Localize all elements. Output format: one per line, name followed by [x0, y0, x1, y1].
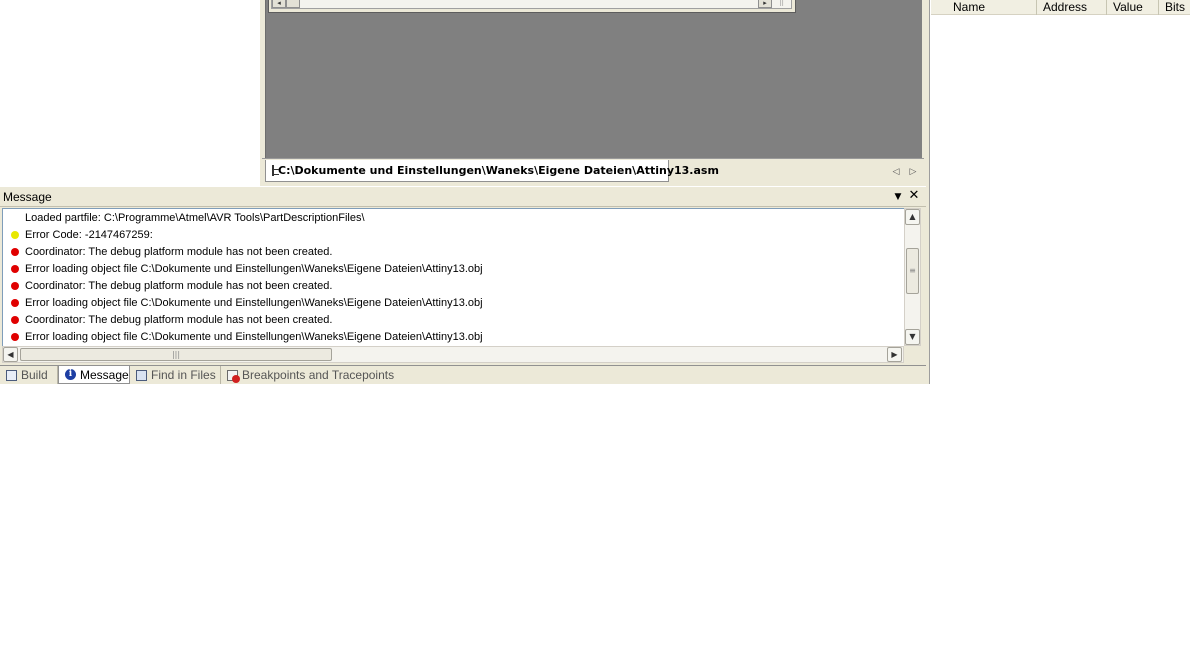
message-text: Error loading object file C:\Dokumente u… — [25, 297, 483, 309]
editor-tab-attiny13[interactable]: C:\Dokumente und Einstellungen\Waneks\Ei… — [265, 160, 719, 182]
message-row[interactable]: Loaded partfile: C:\Programme\Atmel\AVR … — [3, 210, 903, 227]
document-horizontal-scrollbar[interactable]: ◂ ▸ — [271, 0, 792, 9]
message-text: Error loading object file C:\Dokumente u… — [25, 331, 483, 343]
info-icon — [11, 214, 19, 222]
tab-scroll-right-button[interactable]: ▷ — [907, 165, 919, 179]
build-icon — [6, 369, 17, 381]
warning-icon — [11, 231, 19, 239]
scroll-left-button[interactable]: ◀ — [3, 347, 18, 362]
error-icon — [11, 265, 19, 273]
tab-breakpoints-label: Breakpoints and Tracepoints — [242, 368, 395, 382]
left-blank-area — [0, 0, 260, 186]
message-row[interactable]: Coordinator: The debug platform module h… — [3, 244, 903, 261]
error-icon — [11, 299, 19, 307]
message-text: Coordinator: The debug platform module h… — [25, 280, 333, 292]
message-panel-titlebar — [0, 187, 926, 207]
message-row[interactable]: Coordinator: The debug platform module h… — [3, 312, 903, 329]
info-icon: i — [65, 369, 76, 380]
column-header-value[interactable]: Value — [1107, 0, 1159, 15]
tab-breakpoints-and-tracepoints[interactable]: Breakpoints and Tracepoints — [221, 366, 397, 384]
message-row[interactable]: Error Code: -2147467259: — [3, 227, 903, 244]
column-header-name[interactable]: Name — [947, 0, 1037, 15]
tab-find-in-files[interactable]: Find in Files — [130, 366, 221, 384]
message-vertical-scrollbar[interactable]: ▲ ≡ ▼ — [904, 208, 921, 346]
panel-splitter[interactable] — [926, 0, 930, 384]
column-header-bits[interactable]: Bits — [1159, 0, 1190, 15]
message-text: Coordinator: The debug platform module h… — [25, 314, 333, 326]
message-row[interactable]: Coordinator: The debug platform module h… — [3, 278, 903, 295]
scroll-up-button[interactable]: ▲ — [905, 209, 920, 225]
close-icon[interactable]: ✕ — [907, 189, 921, 203]
resize-grip-icon[interactable]: ⠿ — [779, 0, 793, 9]
error-icon — [11, 248, 19, 256]
breakpoint-icon — [227, 369, 240, 383]
find-in-files-icon — [136, 369, 147, 381]
message-text: Coordinator: The debug platform module h… — [25, 246, 333, 258]
scroll-right-button[interactable]: ▸ — [758, 0, 772, 8]
message-horizontal-scrollbar[interactable]: ◀ ||| ▶ — [2, 346, 904, 363]
tab-message-label: Message — [80, 367, 129, 382]
tab-message[interactable]: i Message — [58, 366, 130, 384]
tab-build[interactable]: Build — [0, 366, 58, 384]
message-row[interactable]: Error loading object file C:\Dokumente u… — [3, 295, 903, 312]
message-row[interactable]: Error loading object file C:\Dokumente u… — [3, 261, 903, 278]
message-text: Error Code: -2147467259: — [25, 229, 153, 241]
error-icon — [11, 316, 19, 324]
message-row[interactable]: Error loading object file C:\Dokumente u… — [3, 329, 903, 346]
vertical-scroll-thumb[interactable]: ≡ — [906, 248, 919, 294]
scroll-left-small-button[interactable]: ◂ — [272, 0, 286, 8]
error-icon — [11, 333, 19, 341]
tab-build-label: Build — [21, 368, 48, 382]
message-panel-title: Message — [3, 190, 52, 204]
column-header-address[interactable]: Address — [1037, 0, 1107, 15]
scroll-down-button[interactable]: ▼ — [905, 329, 920, 345]
scroll-left-button[interactable] — [286, 0, 300, 8]
document-icon — [272, 165, 279, 176]
message-text: Loaded partfile: C:\Programme\Atmel\AVR … — [25, 212, 365, 224]
message-text: Error loading object file C:\Dokumente u… — [25, 263, 483, 275]
scrollbar-corner — [904, 346, 921, 363]
io-view-panel — [931, 0, 1190, 648]
scroll-right-button[interactable]: ▶ — [887, 347, 902, 362]
error-icon — [11, 282, 19, 290]
horizontal-scroll-thumb[interactable]: ||| — [20, 348, 332, 361]
editor-tab-label: C:\Dokumente und Einstellungen\Waneks\Ei… — [278, 164, 719, 177]
io-view-header: Name Address Value Bits — [931, 0, 1190, 15]
tab-find-in-files-label: Find in Files — [151, 368, 216, 382]
panel-menu-dropdown-icon[interactable]: ▼ — [891, 191, 905, 203]
tab-scroll-left-button[interactable]: ◁ — [890, 165, 902, 179]
editor-workspace — [265, 0, 922, 158]
message-list[interactable]: Loaded partfile: C:\Programme\Atmel\AVR … — [2, 208, 904, 346]
